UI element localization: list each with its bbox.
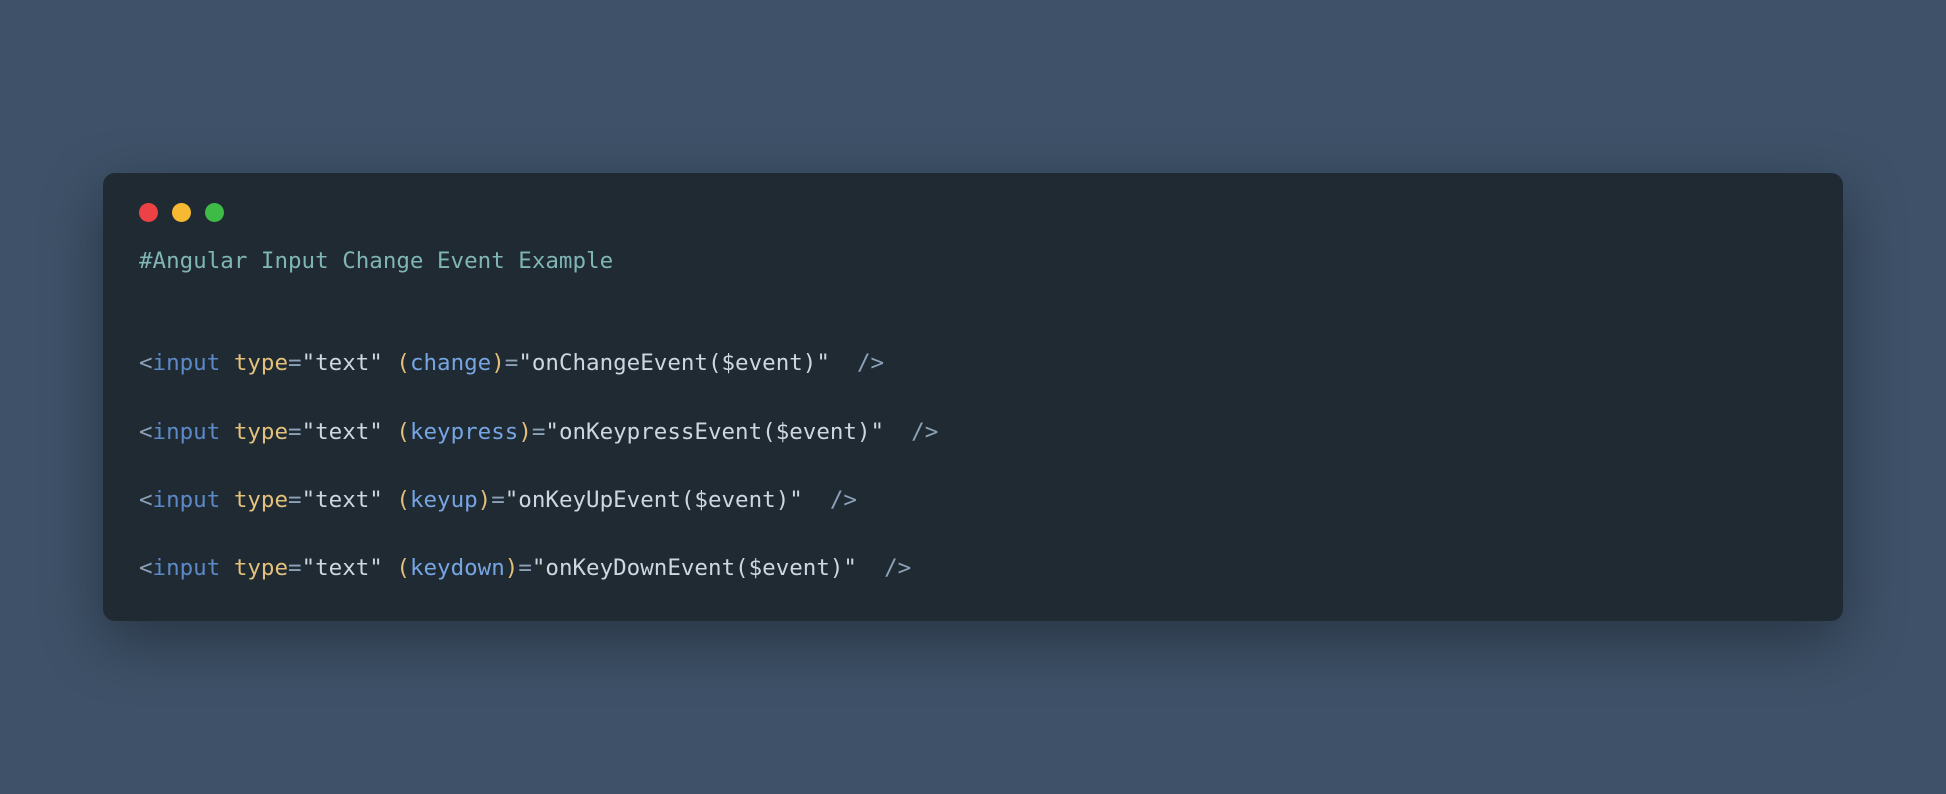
code-attr-value: "text" bbox=[302, 350, 383, 376]
code-attr-value: "text" bbox=[302, 419, 383, 445]
code-paren: ( bbox=[396, 487, 410, 513]
code-attr-value: "text" bbox=[302, 555, 383, 581]
code-comment: #Angular Input Change Event Example bbox=[139, 248, 613, 274]
code-paren: ) bbox=[478, 487, 492, 513]
code-punc: /> bbox=[911, 419, 938, 445]
code-paren: ) bbox=[518, 419, 532, 445]
code-punc: < bbox=[139, 419, 153, 445]
code-handler: "onKeypressEvent($event)" bbox=[545, 419, 884, 445]
code-eq: = bbox=[288, 419, 302, 445]
close-icon[interactable] bbox=[139, 203, 158, 222]
code-paren: ) bbox=[491, 350, 505, 376]
code-window: #Angular Input Change Event Example <inp… bbox=[103, 173, 1843, 622]
code-attr: type bbox=[234, 555, 288, 581]
code-event: keypress bbox=[410, 419, 518, 445]
code-punc: < bbox=[139, 350, 153, 376]
code-eq: = bbox=[518, 555, 532, 581]
minimize-icon[interactable] bbox=[172, 203, 191, 222]
window-traffic-lights bbox=[139, 197, 1807, 244]
code-block[interactable]: #Angular Input Change Event Example <inp… bbox=[139, 244, 1807, 586]
code-eq: = bbox=[491, 487, 505, 513]
code-tag: input bbox=[153, 419, 221, 445]
code-tag: input bbox=[153, 555, 221, 581]
code-punc: < bbox=[139, 487, 153, 513]
code-eq: = bbox=[288, 555, 302, 581]
code-punc: < bbox=[139, 555, 153, 581]
code-handler: "onChangeEvent($event)" bbox=[518, 350, 830, 376]
code-paren: ) bbox=[505, 555, 519, 581]
code-tag: input bbox=[153, 350, 221, 376]
code-attr: type bbox=[234, 350, 288, 376]
code-handler: "onKeyUpEvent($event)" bbox=[505, 487, 803, 513]
code-event: keyup bbox=[410, 487, 478, 513]
code-event: keydown bbox=[410, 555, 505, 581]
code-attr: type bbox=[234, 419, 288, 445]
maximize-icon[interactable] bbox=[205, 203, 224, 222]
code-tag: input bbox=[153, 487, 221, 513]
code-punc: /> bbox=[857, 350, 884, 376]
code-event: change bbox=[410, 350, 491, 376]
code-eq: = bbox=[505, 350, 519, 376]
code-eq: = bbox=[288, 350, 302, 376]
code-handler: "onKeyDownEvent($event)" bbox=[532, 555, 857, 581]
code-attr: type bbox=[234, 487, 288, 513]
code-paren: ( bbox=[396, 350, 410, 376]
code-attr-value: "text" bbox=[302, 487, 383, 513]
code-eq: = bbox=[532, 419, 546, 445]
code-paren: ( bbox=[396, 419, 410, 445]
code-punc: /> bbox=[884, 555, 911, 581]
code-punc: /> bbox=[830, 487, 857, 513]
code-eq: = bbox=[288, 487, 302, 513]
code-paren: ( bbox=[396, 555, 410, 581]
